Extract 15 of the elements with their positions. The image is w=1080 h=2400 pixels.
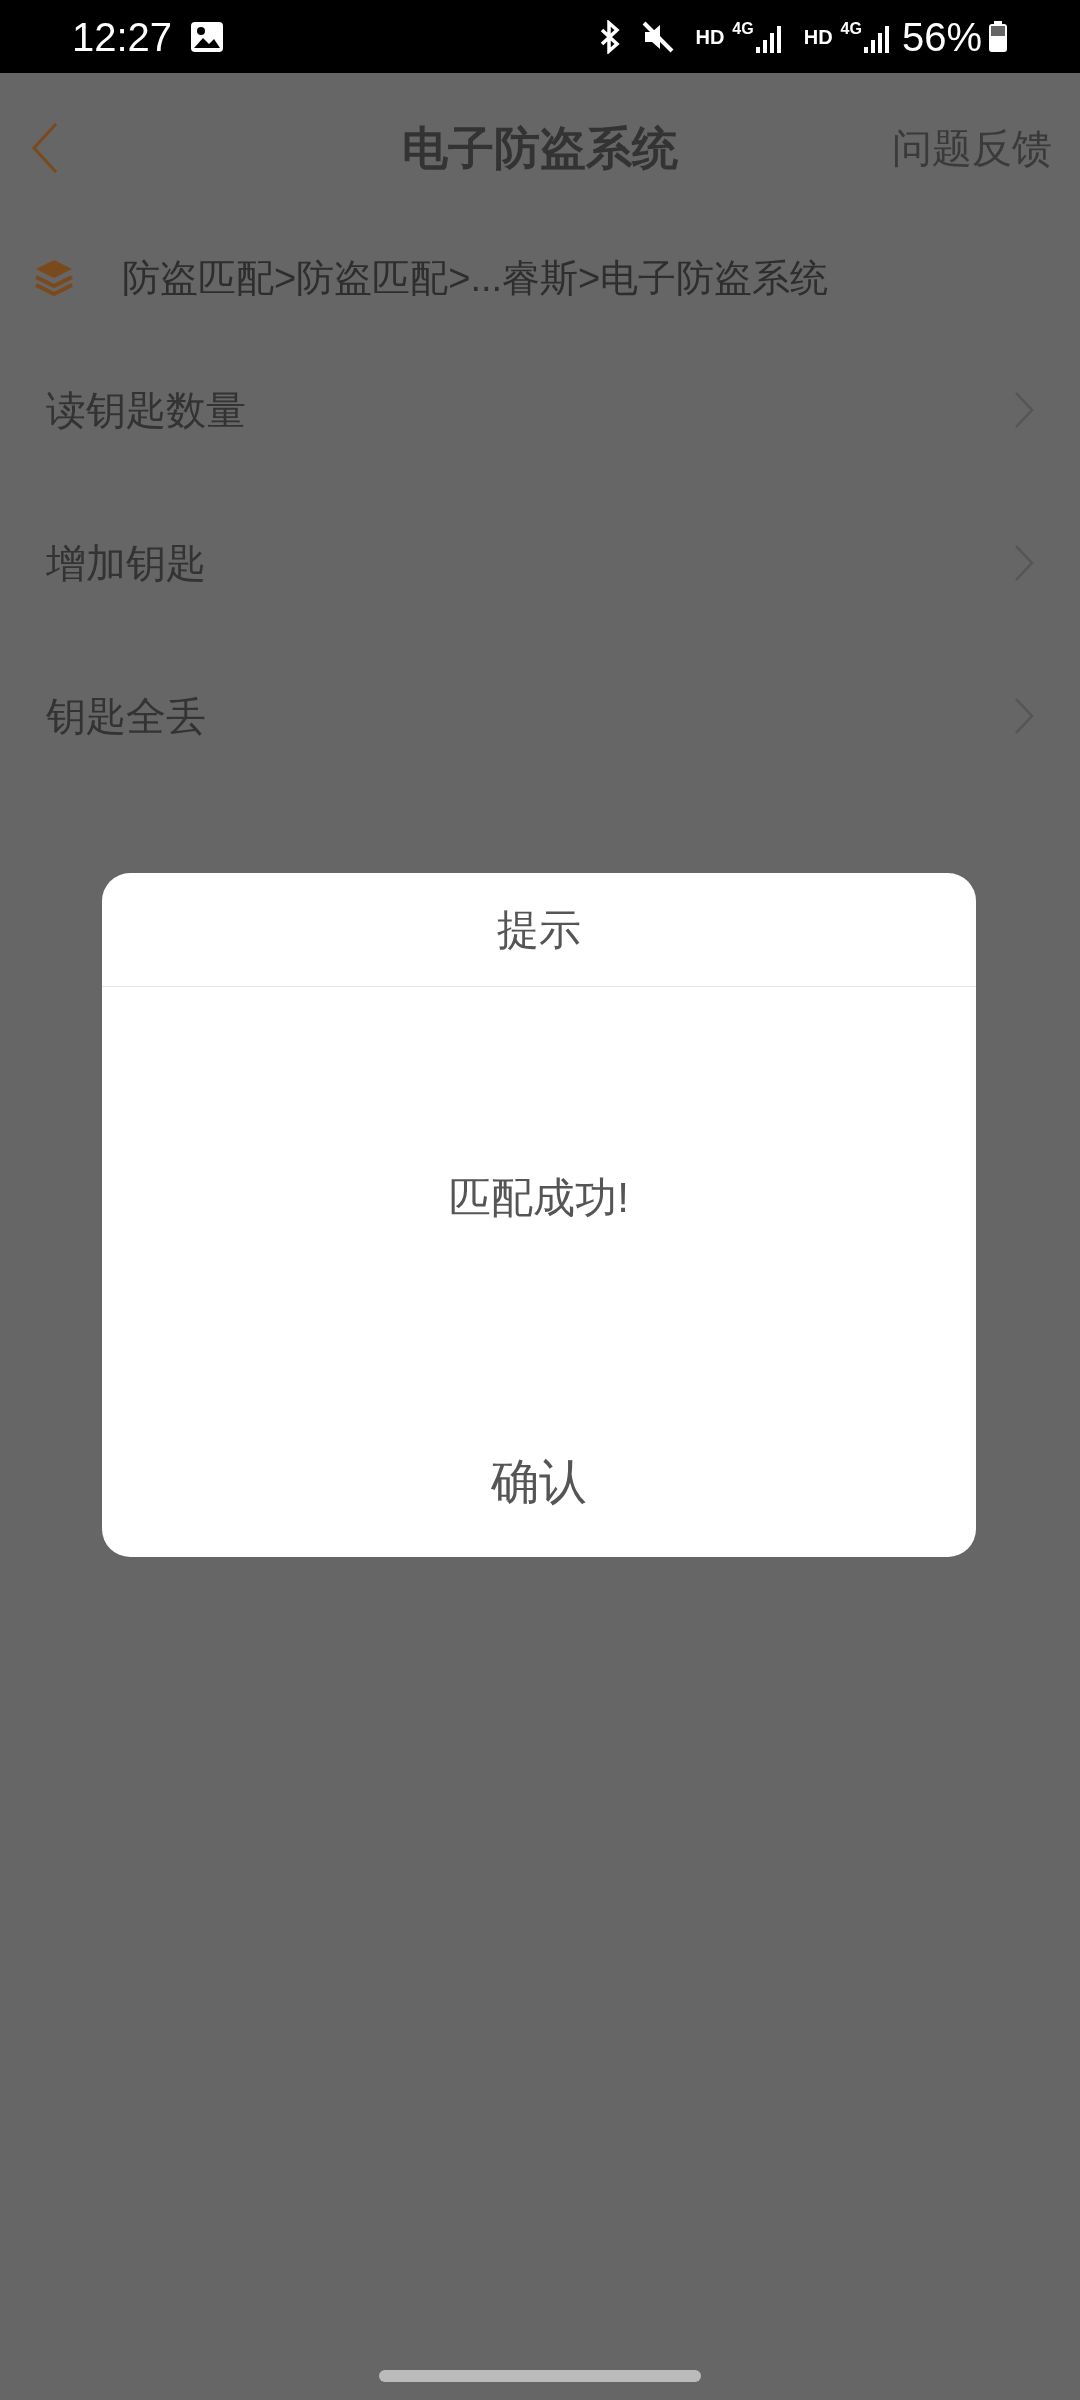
confirm-button[interactable]: 确认 xyxy=(102,1407,976,1557)
mute-icon xyxy=(641,19,676,54)
hd-label: HD xyxy=(695,24,725,50)
dialog-message: 匹配成功! xyxy=(449,1172,629,1223)
battery-icon xyxy=(988,20,1008,53)
home-indicator[interactable] xyxy=(379,2370,701,2382)
network-label: 4G xyxy=(732,20,754,37)
back-icon xyxy=(30,122,60,174)
clock: 12:27 xyxy=(72,13,173,61)
breadcrumb: 防盗匹配>防盗匹配>...睿斯>电子防盗系统 xyxy=(122,255,829,301)
image-icon xyxy=(190,20,225,53)
battery-percent: 56% xyxy=(901,13,982,61)
network-label: 4G xyxy=(840,20,862,37)
dialog-title: 提示 xyxy=(497,905,581,955)
hd-label: HD xyxy=(803,24,833,50)
